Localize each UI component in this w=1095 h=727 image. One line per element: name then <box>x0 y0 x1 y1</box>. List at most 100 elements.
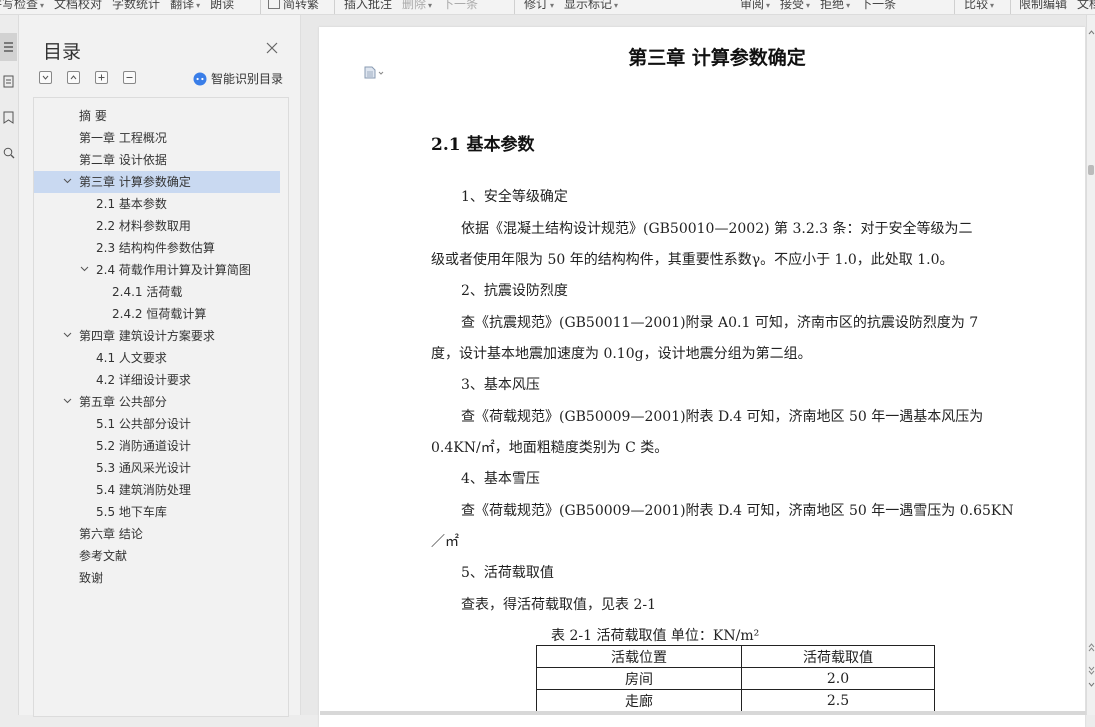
toc-item[interactable]: 5.1 公共部分设计 <box>34 413 280 435</box>
toc-item[interactable]: 2.4.1 活荷载 <box>34 281 280 303</box>
body-line: 3、基本风压 <box>461 377 540 393</box>
page-icon <box>3 75 14 87</box>
simplified-traditional-button[interactable]: 简转繁 <box>268 0 319 11</box>
close-icon[interactable] <box>265 41 279 55</box>
body-line: 度，设计基本地震加速度为 0.10g，设计地震分组为第二组。 <box>431 346 812 362</box>
toc-item[interactable]: 5.5 地下车库 <box>34 501 280 523</box>
toc-item[interactable]: 2.3 结构构件参数估算 <box>34 237 280 259</box>
ribbon-button[interactable]: 审阅 ▾ <box>740 0 770 13</box>
toc-item[interactable]: 第一章 工程概况 <box>34 127 280 149</box>
rail-search-button[interactable] <box>0 139 17 167</box>
toc-item[interactable]: 摘 要 <box>34 105 280 127</box>
toc-item[interactable]: 4.2 详细设计要求 <box>34 369 280 391</box>
ribbon-button[interactable]: 文档 <box>1077 0 1095 11</box>
toc-item[interactable]: 第二章 设计依据 <box>34 149 280 171</box>
ribbon-button[interactable]: 下一条 <box>442 0 478 11</box>
rail-toc-button[interactable] <box>0 33 17 61</box>
ribbon-button-label: 修订 <box>524 0 549 11</box>
toc-item[interactable]: 致谢 <box>34 567 280 589</box>
rail-bookmark-button[interactable] <box>0 103 17 131</box>
table-cell: 走廊 <box>536 689 742 712</box>
toc-item[interactable]: 2.1 基本参数 <box>34 193 280 215</box>
vertical-scrollbar[interactable] <box>1086 15 1095 715</box>
toc-item-label: 第二章 设计依据 <box>79 153 167 167</box>
ribbon-button-label: 删除 <box>402 0 427 11</box>
body-line: 查《抗震规范》(GB50011—2001)附录 A0.1 可知，济南市区的抗震设… <box>461 315 979 331</box>
smart-recognition-icon <box>193 72 207 85</box>
ribbon-track-group: 修订 ▾ 显示标记 ▾ <box>524 0 628 14</box>
chevron-down-icon <box>42 75 49 80</box>
toc-item[interactable]: 参考文献 <box>34 545 280 567</box>
ribbon-button[interactable]: 拼写检查▾ <box>0 0 44 13</box>
ribbon-button[interactable]: 文档校对 <box>54 0 102 11</box>
toc-item[interactable]: 第五章 公共部分 <box>34 391 280 413</box>
chevron-down-icon[interactable] <box>63 332 72 338</box>
body-line: 级或者使用年限为 50 年的结构构件，其重要性系数γ。不应小于 1.0，此处取 … <box>431 252 954 268</box>
chevron-down-icon[interactable] <box>63 178 72 184</box>
search-icon <box>3 147 14 159</box>
ribbon-button[interactable]: 修订 ▾ <box>524 0 554 13</box>
toc-item[interactable]: 2.2 材料参数取用 <box>34 215 280 237</box>
ribbon-button[interactable]: 比较 ▾ <box>964 0 994 13</box>
body-line: 1、安全等级确定 <box>461 189 568 205</box>
scroll-down-icon[interactable] <box>1087 681 1095 689</box>
toc-item[interactable]: 2.4.2 恒荷载计算 <box>34 303 280 325</box>
toc-item[interactable]: 第三章 计算参数确定 <box>34 171 280 193</box>
chevron-down-icon[interactable] <box>63 398 72 404</box>
page-up-icon[interactable] <box>1087 643 1095 653</box>
ribbon-compare-group: 比较 ▾ <box>964 0 1004 14</box>
chapter-heading: 第三章 计算参数确定 <box>628 47 806 69</box>
ribbon-button[interactable]: 删除 ▾ <box>402 0 432 13</box>
ribbon-button[interactable]: 字数统计 <box>112 0 160 11</box>
expand-all-button[interactable] <box>95 71 109 84</box>
ribbon-separator <box>334 0 335 14</box>
toc-item-label: 第三章 计算参数确定 <box>79 175 191 189</box>
table-cell: 2.0 <box>741 667 935 690</box>
ribbon-button[interactable]: 下一条 <box>860 0 896 11</box>
ribbon-accept-group: 审阅 ▾ 接受 ▾ 拒绝 ▾ 下一条 <box>740 0 906 14</box>
scroll-up-icon[interactable] <box>1087 29 1095 37</box>
toc-item[interactable]: 5.4 建筑消防处理 <box>34 479 280 501</box>
ribbon-button-label: 下一条 <box>442 0 479 11</box>
document-area: 第三章 计算参数确定 2.1 基本参数 1、安全等级确定 依据《混凝土结构设计规范… <box>301 15 1095 727</box>
ribbon-button[interactable]: 显示标记 ▾ <box>564 0 618 13</box>
ribbon-button-label: 插入批注 <box>344 0 393 11</box>
table-header-row: 活载位置 活荷载取值 <box>536 645 935 668</box>
toc-item[interactable]: 5.2 消防通道设计 <box>34 435 280 457</box>
toc-item[interactable]: 4.1 人文要求 <box>34 347 280 369</box>
ribbon-button[interactable]: 拒绝 ▾ <box>820 0 850 13</box>
ribbon-button-label: 翻译 <box>170 0 195 11</box>
ribbon-button-label: 文档校对 <box>54 0 103 11</box>
toc-item[interactable]: 2.4 荷载作用计算及计算简图 <box>34 259 280 281</box>
rail-pages-button[interactable] <box>0 67 17 95</box>
dropdown-caret-icon: ▾ <box>550 1 555 10</box>
collapse-all-button[interactable] <box>123 71 137 84</box>
ribbon-button[interactable]: 朗读 <box>210 0 234 11</box>
ribbon-separator <box>954 0 955 14</box>
horizontal-scrollbar[interactable] <box>320 711 1086 715</box>
ribbon-button[interactable]: 限制编辑 <box>1019 0 1067 11</box>
chevron-down-icon[interactable] <box>80 266 89 272</box>
toc-item-label: 5.3 通风采光设计 <box>96 461 191 475</box>
scroll-thumb[interactable] <box>1088 165 1094 175</box>
ribbon-separator <box>514 0 515 14</box>
page-down-icon[interactable] <box>1087 665 1095 675</box>
chevron-up-icon <box>70 75 77 80</box>
toc-item[interactable]: 第六章 结论 <box>34 523 280 545</box>
smart-toc-label: 智能识别目录 <box>211 72 284 86</box>
ribbon-button[interactable]: 接受 ▾ <box>780 0 810 13</box>
smart-toc-button[interactable]: 智能识别目录 <box>193 70 283 87</box>
toc-item-label: 参考文献 <box>79 549 128 563</box>
ribbon-button[interactable]: 翻译 ▾ <box>170 0 200 13</box>
body-line: 查表，得活荷载取值，见表 2-1 <box>461 597 656 613</box>
collapse-up-button[interactable] <box>67 71 81 84</box>
ribbon-button[interactable]: 插入批注 <box>344 0 392 11</box>
expand-down-button[interactable] <box>39 71 52 84</box>
toc-item[interactable]: 第四章 建筑设计方案要求 <box>34 325 280 347</box>
toc-item-label: 2.4 荷载作用计算及计算简图 <box>96 263 251 277</box>
document-page[interactable]: 第三章 计算参数确定 2.1 基本参数 1、安全等级确定 依据《混凝土结构设计规范… <box>319 27 1085 727</box>
left-rail <box>0 15 19 715</box>
toc-item[interactable]: 5.3 通风采光设计 <box>34 457 280 479</box>
body-line: 查《荷载规范》(GB50009—2001)附表 D.4 可知，济南地区 50 年… <box>461 409 984 425</box>
table-row: 走廊 2.5 <box>536 689 935 712</box>
